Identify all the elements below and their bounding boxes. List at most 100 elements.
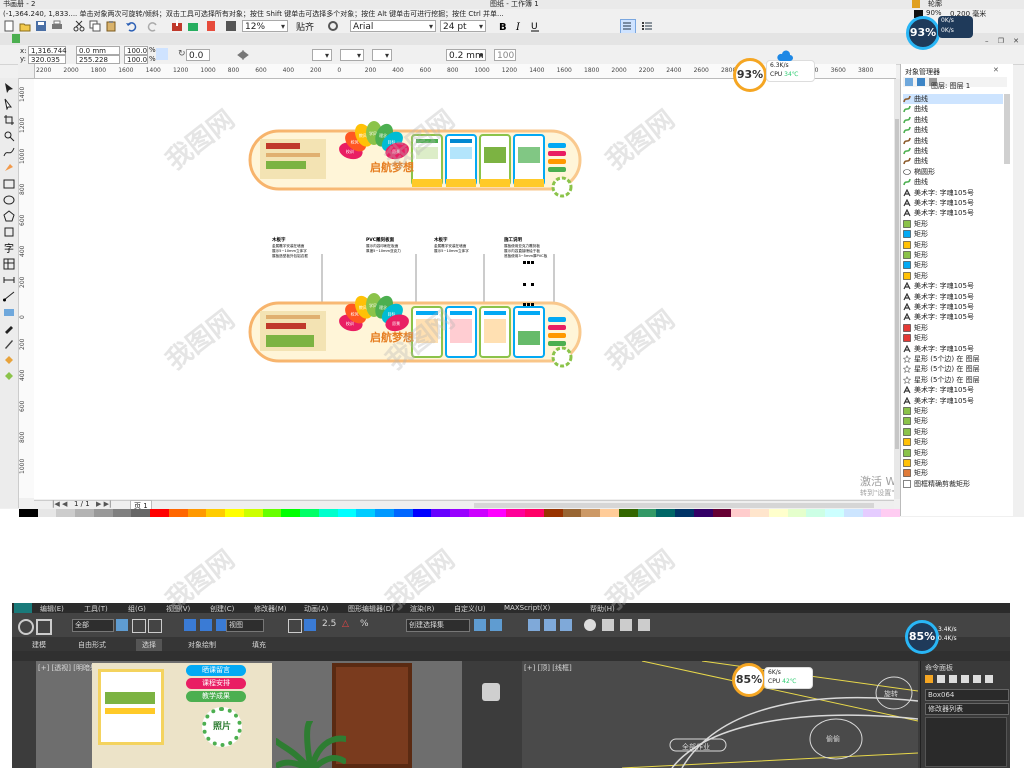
palette-swatch[interactable]: [225, 509, 244, 517]
shape-tool-icon[interactable]: [3, 98, 15, 110]
layer-view-icon[interactable]: [905, 78, 913, 86]
object-list-scrollbar[interactable]: [1004, 94, 1010, 164]
object-list-item[interactable]: 美术字: 字魂105号: [903, 344, 1003, 354]
start-arrow-select[interactable]: [312, 49, 332, 62]
effects-tool-icon[interactable]: [3, 306, 15, 318]
object-list-item[interactable]: 矩形: [903, 240, 1003, 250]
object-list-item[interactable]: 矩形: [903, 271, 1003, 281]
palette-swatch[interactable]: [881, 509, 900, 517]
object-list-item[interactable]: 矩形: [903, 333, 1003, 343]
eyedropper-icon[interactable]: [3, 322, 15, 334]
align-icon[interactable]: [490, 619, 502, 631]
display-tab-icon[interactable]: [973, 675, 981, 683]
palette-swatch[interactable]: [825, 509, 844, 517]
zoom-tool-icon[interactable]: [3, 130, 15, 142]
palette-swatch[interactable]: [337, 509, 357, 517]
palette-swatch[interactable]: [262, 509, 282, 517]
object-list-item[interactable]: 美术字: 字魂105号: [903, 208, 1003, 218]
interactive-fill-icon[interactable]: [3, 370, 15, 382]
object-list-item[interactable]: 曲线: [903, 136, 1003, 146]
render-production-icon[interactable]: [638, 619, 650, 631]
palette-swatch[interactable]: [56, 509, 75, 517]
palette-swatch[interactable]: [37, 509, 57, 517]
mirror-horizontal-icon[interactable]: [236, 48, 252, 64]
palette-swatch[interactable]: [768, 509, 788, 517]
viewport-top[interactable]: [+] [顶] [线框] 全部作业 偷偷 旋转: [522, 661, 918, 768]
rectangle-tool-icon[interactable]: [3, 178, 15, 190]
max-app-icon[interactable]: [14, 603, 32, 613]
selection-filter-select[interactable]: 全部: [72, 619, 114, 632]
freehand-tool-icon[interactable]: [3, 146, 15, 158]
layer-manager-icon[interactable]: [917, 78, 925, 86]
table-tool-icon[interactable]: [3, 258, 15, 270]
reference-coord-select[interactable]: 视图: [226, 619, 264, 632]
object-list-item[interactable]: 美术字: 字魂105号: [903, 302, 1003, 312]
object-list-item[interactable]: 矩形: [903, 219, 1003, 229]
palette-swatch[interactable]: [600, 509, 619, 517]
scale-y-field[interactable]: 100.0: [124, 55, 148, 64]
palette-swatch[interactable]: [18, 509, 38, 517]
palette-swatch[interactable]: [75, 509, 94, 517]
object-list-item[interactable]: 星形 (5个边) 在 图层: [903, 364, 1003, 374]
object-list-item[interactable]: 曲线: [903, 177, 1003, 187]
width-field[interactable]: 0.0 mm: [76, 46, 120, 55]
object-list-item[interactable]: 矩形: [903, 437, 1003, 447]
object-list-item[interactable]: 矩形: [903, 458, 1003, 468]
palette-swatch[interactable]: [468, 509, 488, 517]
schematic-view-icon[interactable]: [560, 619, 572, 631]
named-selection-set[interactable]: 创建选择集: [406, 619, 470, 632]
drawing-canvas[interactable]: 校训 校风 教风 学风 理念 目标 愿景 启航梦想 木板字 金属雕字安装在墙面 …: [34, 79, 956, 499]
first-page-icon[interactable]: |◀ ◀: [52, 500, 67, 508]
palette-swatch[interactable]: [412, 509, 432, 517]
outline-pen-icon[interactable]: [3, 338, 15, 350]
object-list-item[interactable]: 矩形: [903, 229, 1003, 239]
unlink-icon[interactable]: [36, 619, 52, 635]
ribbon-tab[interactable]: 自由形式: [72, 639, 112, 651]
canvas-horizontal-scrollbar[interactable]: [474, 503, 874, 508]
palette-swatch[interactable]: [168, 509, 188, 517]
layer-explorer-icon[interactable]: [528, 619, 540, 631]
close-icon[interactable]: ✕: [1013, 37, 1019, 45]
palette-swatch[interactable]: [431, 509, 450, 517]
object-list-item[interactable]: 矩形: [903, 323, 1003, 333]
manipulate-icon[interactable]: [304, 619, 316, 631]
object-list-item[interactable]: 曲线: [903, 115, 1003, 125]
palette-swatch[interactable]: [787, 509, 807, 517]
palette-swatch[interactable]: [862, 509, 882, 517]
text-tool-icon[interactable]: 字: [3, 242, 15, 254]
object-list-item[interactable]: 星形 (5个边) 在 图层: [903, 375, 1003, 385]
rotation-angle-field[interactable]: 0.0: [186, 49, 210, 61]
select-by-name-icon[interactable]: [132, 619, 146, 633]
object-list-item[interactable]: 美术字: 字魂105号: [903, 312, 1003, 322]
palette-swatch[interactable]: [637, 509, 657, 517]
hierarchy-tab-icon[interactable]: [949, 675, 957, 683]
curve-editor-icon[interactable]: [544, 619, 556, 631]
palette-swatch[interactable]: [843, 509, 863, 517]
object-list-item[interactable]: 椭圆形: [903, 167, 1003, 177]
create-tab-icon[interactable]: [925, 675, 933, 683]
select-move-icon[interactable]: [184, 619, 196, 631]
ribbon-tab[interactable]: 填充: [246, 639, 272, 651]
palette-swatch[interactable]: [131, 509, 150, 517]
object-list-item[interactable]: 矩形: [903, 250, 1003, 260]
ruler-origin[interactable]: [18, 64, 35, 79]
percent-snap-icon[interactable]: %: [360, 619, 369, 629]
object-list-item[interactable]: 美术字: 字魂105号: [903, 292, 1003, 302]
pivot-icon[interactable]: [288, 619, 302, 633]
scroll-thumb[interactable]: [895, 119, 899, 449]
scale-x-field[interactable]: 100.0: [124, 46, 148, 55]
palette-swatch[interactable]: [93, 509, 113, 517]
palette-swatch[interactable]: [693, 509, 713, 517]
object-list-item[interactable]: 矩形: [903, 260, 1003, 270]
palette-swatch[interactable]: [375, 509, 394, 517]
ellipse-tool-icon[interactable]: [3, 194, 15, 206]
lock-ratio-icon[interactable]: [156, 48, 168, 60]
render-setup-icon[interactable]: [602, 619, 614, 631]
render-frame-icon[interactable]: [620, 619, 632, 631]
polygon-tool-icon[interactable]: [3, 210, 15, 222]
utilities-tab-icon[interactable]: [985, 675, 993, 683]
palette-swatch[interactable]: [581, 509, 600, 517]
object-list-item[interactable]: 曲线: [903, 94, 1003, 104]
font-family-select[interactable]: Arial: [350, 20, 436, 33]
height-field[interactable]: 255.228 mm: [76, 55, 120, 73]
